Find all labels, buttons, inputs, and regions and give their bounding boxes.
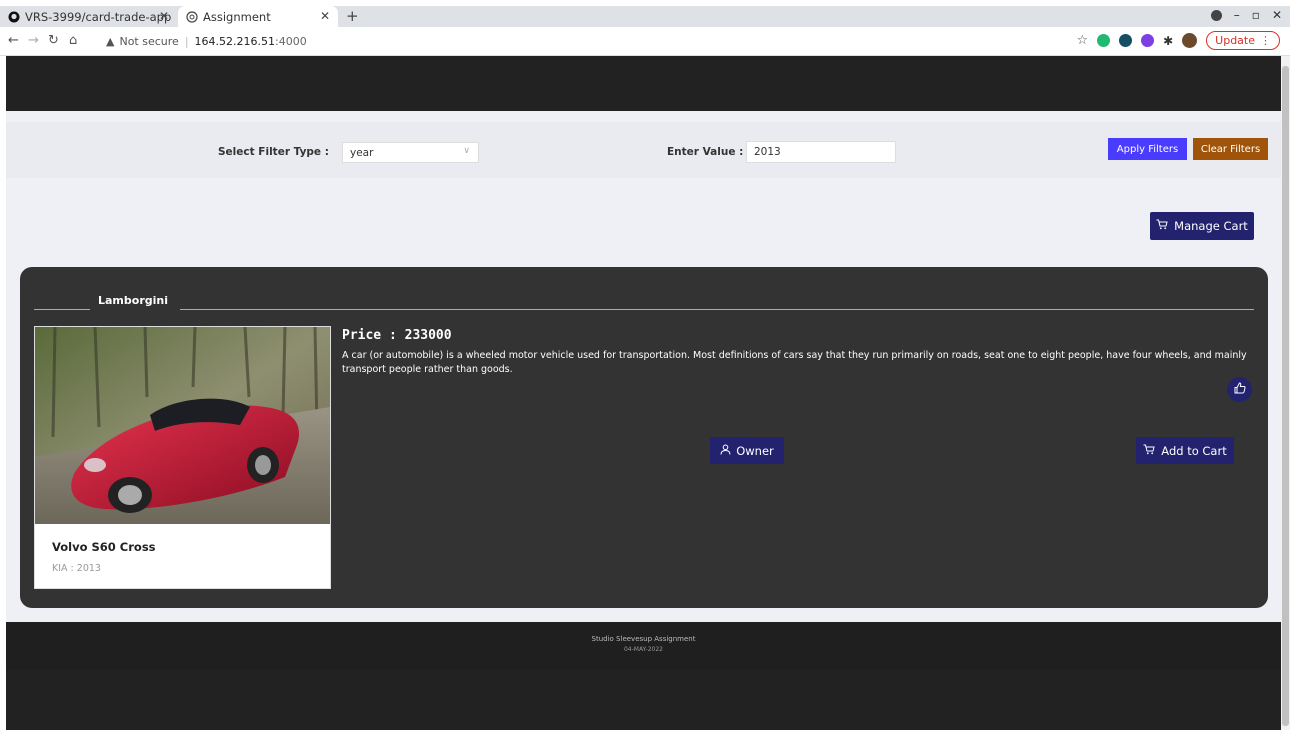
car-image: [35, 327, 330, 524]
url-port: :4000: [275, 35, 307, 48]
divider: |: [184, 35, 189, 48]
update-label: Update: [1215, 34, 1255, 47]
close-icon[interactable]: ✕: [320, 9, 330, 23]
footer-title: Studio Sleevesup Assignment: [591, 635, 696, 643]
divider: [34, 309, 90, 310]
tab-label: Assignment: [203, 9, 271, 24]
car-description: A car (or automobile) is a wheeled motor…: [342, 350, 1247, 375]
bookmark-star-icon[interactable]: ☆: [1076, 33, 1088, 48]
url-field[interactable]: ▲ Not secure | 164.52.216.51 :4000: [106, 31, 1066, 52]
filter-type-value: year: [350, 146, 374, 159]
filter-value-label: Enter Value :: [667, 146, 744, 158]
update-button[interactable]: Update ⋮: [1206, 31, 1280, 50]
address-bar: ← → ↻ ⌂ ▲ Not secure | 164.52.216.51 :40…: [0, 27, 1290, 56]
clear-filters-button[interactable]: Clear Filters: [1193, 138, 1268, 160]
tab-label: VRS-3999/card-trade-app: [25, 9, 172, 24]
extension-toolbar: ☆ ✱ Update ⋮: [1076, 31, 1280, 50]
close-icon[interactable]: ✕: [159, 9, 169, 23]
extension-icon[interactable]: [1097, 34, 1111, 47]
add-to-cart-button[interactable]: Add to Cart: [1136, 437, 1234, 464]
apply-filters-button[interactable]: Apply Filters: [1108, 138, 1187, 160]
home-icon[interactable]: ⌂: [69, 33, 77, 48]
page: Select Filter Type : year ∨ Enter Value …: [6, 56, 1281, 730]
close-window-icon[interactable]: ✕: [1272, 8, 1282, 22]
page-scrollbar[interactable]: [1281, 56, 1290, 730]
cart-icon: [1143, 444, 1155, 458]
screen: VRS-3999/card-trade-app ✕ Assignment ✕ +…: [0, 0, 1290, 730]
restore-icon[interactable]: ▫: [1252, 8, 1260, 22]
url-host: 164.52.216.51: [194, 35, 276, 48]
tab-assignment[interactable]: Assignment ✕: [178, 6, 338, 27]
listing-panel: Lamborgini Volvo S60 Cross KIA: 2013 Pr…: [20, 267, 1268, 608]
puzzle-icon[interactable]: ✱: [1163, 34, 1173, 48]
browser-tab-strip: VRS-3999/card-trade-app ✕ Assignment ✕ +…: [0, 6, 1290, 27]
minimize-icon[interactable]: –: [1234, 8, 1240, 22]
owner-button[interactable]: Owner: [710, 437, 784, 464]
site-header: [6, 56, 1281, 111]
car-card[interactable]: Volvo S60 Cross KIA : 2013: [34, 326, 331, 589]
avatar[interactable]: [1182, 33, 1198, 48]
tab-github[interactable]: VRS-3999/card-trade-app ✕: [0, 6, 177, 27]
forward-icon[interactable]: →: [28, 33, 39, 48]
page-bottom: [6, 670, 1281, 730]
thumbs-up-icon: [1234, 382, 1246, 397]
owner-label: Owner: [736, 443, 774, 458]
scrollbar-thumb[interactable]: [1282, 66, 1289, 726]
chevron-down-icon: ∨: [463, 146, 470, 156]
brand-title: Lamborgini: [98, 294, 168, 307]
cart-icon: [1156, 219, 1168, 233]
manage-cart-button[interactable]: Manage Cart: [1150, 212, 1254, 240]
more-vert-icon: ⋮: [1260, 34, 1271, 47]
warning-icon: ▲: [106, 35, 115, 48]
like-button[interactable]: [1227, 377, 1252, 402]
divider: [180, 309, 1254, 310]
extension-icon[interactable]: [1141, 34, 1155, 47]
reload-icon[interactable]: ↻: [48, 33, 59, 48]
security-label: Not secure: [119, 35, 179, 48]
filter-value-input[interactable]: [746, 141, 896, 163]
site-footer: Studio Sleevesup Assignment 04-MAY-2022: [6, 622, 1281, 670]
car-name: Volvo S60 Cross: [52, 540, 156, 554]
github-icon: [8, 11, 20, 23]
extension-icon[interactable]: [1119, 34, 1133, 47]
footer-date: 04-MAY-2022: [623, 646, 663, 653]
car-subtitle: KIA : 2013: [52, 563, 101, 574]
filter-bar: [6, 122, 1281, 178]
user-icon: [720, 444, 731, 458]
add-to-cart-label: Add to Cart: [1161, 443, 1227, 458]
price-label: Price : 233000: [342, 328, 452, 343]
new-tab-icon[interactable]: +: [346, 7, 359, 25]
filter-type-select[interactable]: year ∨: [342, 142, 479, 163]
account-icon[interactable]: [1210, 9, 1222, 21]
globe-icon: [186, 10, 198, 23]
back-icon[interactable]: ←: [8, 33, 19, 48]
window-controls: – ▫ ✕: [1210, 8, 1282, 22]
filter-type-label: Select Filter Type :: [218, 146, 329, 158]
manage-cart-label: Manage Cart: [1174, 219, 1248, 233]
